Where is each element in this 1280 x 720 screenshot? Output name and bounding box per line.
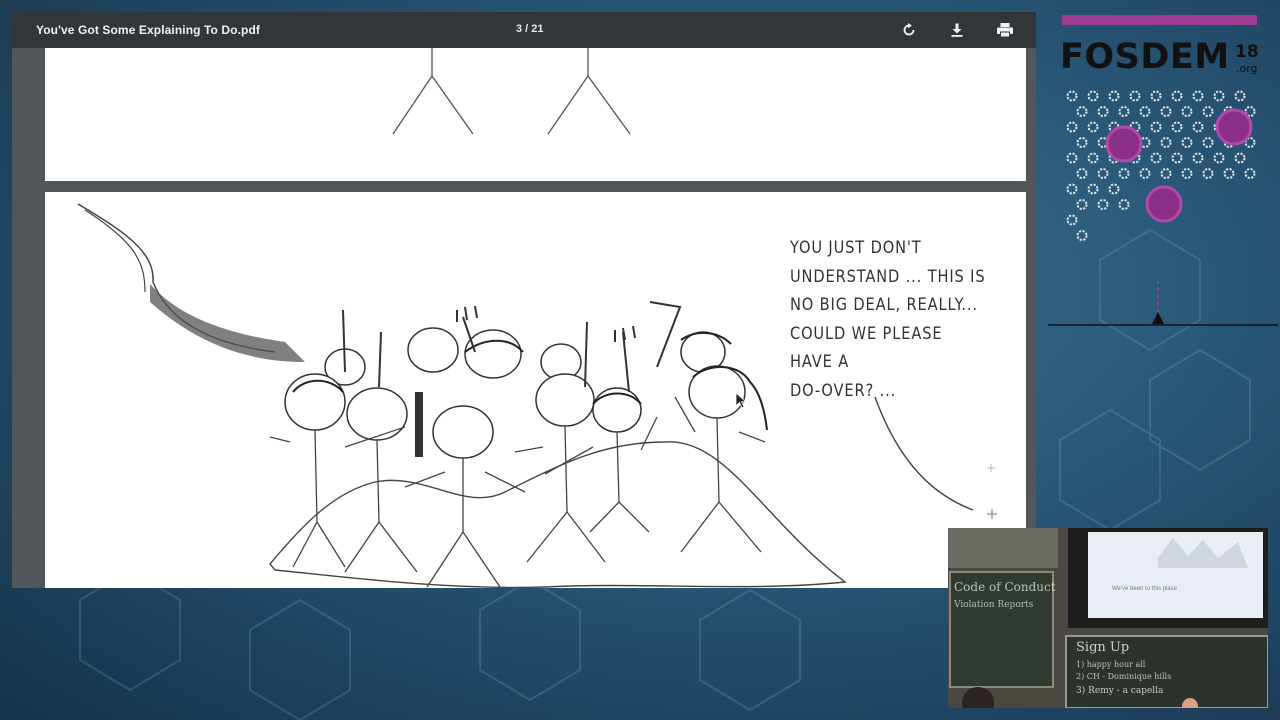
gear-icon bbox=[1171, 121, 1183, 133]
lecture-room-scene bbox=[948, 528, 1268, 708]
fosdem-accent-bar bbox=[1062, 15, 1257, 25]
gear-icon bbox=[1139, 106, 1151, 117]
gear-icon bbox=[1066, 183, 1078, 195]
gear-icon bbox=[1160, 106, 1172, 117]
gear-icon bbox=[1087, 183, 1099, 195]
speech-line: UNDERSTAND ... THIS IS bbox=[790, 266, 986, 287]
rotate-button[interactable] bbox=[898, 20, 920, 40]
gear-icon bbox=[1066, 152, 1078, 164]
chalkboard-left-title: Code of Conduct bbox=[954, 580, 1056, 594]
gear-icon bbox=[1087, 152, 1099, 164]
gear-icon bbox=[1076, 106, 1088, 117]
stick-figure-legs-illustration bbox=[392, 48, 631, 135]
gear-icon bbox=[1118, 106, 1130, 117]
gear-icon bbox=[1202, 106, 1214, 117]
gear-icon bbox=[1181, 106, 1193, 117]
rotate-icon bbox=[903, 23, 915, 36]
chalkboard-right-line: 3) Remy - a capella bbox=[1076, 686, 1164, 696]
download-icon bbox=[951, 23, 963, 37]
gear-icon bbox=[1150, 90, 1162, 102]
gear-icon bbox=[1118, 199, 1130, 210]
fosdem-logo-text: FOSDEM bbox=[1060, 37, 1230, 77]
gear-icon bbox=[1066, 90, 1078, 102]
gear-icon bbox=[1181, 168, 1193, 179]
pdf-page-current: YOU JUST DON'T UNDERSTAND ... THIS IS NO… bbox=[45, 192, 1026, 588]
gear-icon bbox=[1139, 168, 1151, 179]
gear-icon bbox=[1171, 152, 1183, 164]
gear-icon bbox=[1097, 199, 1109, 210]
fosdem-logo-tld: .org bbox=[1236, 62, 1258, 75]
gear-icon bbox=[1076, 199, 1088, 210]
gear-icon bbox=[1097, 168, 1109, 179]
gear-icon bbox=[1223, 168, 1235, 179]
speech-line: COULD WE PLEASE HAVE A bbox=[790, 323, 943, 373]
gear-icon bbox=[1108, 183, 1120, 195]
gear-icon bbox=[1192, 152, 1204, 164]
mouse-cursor-icon bbox=[735, 392, 748, 409]
speech-line: NO BIG DEAL, REALLY... bbox=[790, 295, 978, 315]
print-button[interactable] bbox=[994, 20, 1016, 40]
pdf-page-previous bbox=[45, 48, 1026, 181]
gear-icon bbox=[1202, 137, 1214, 148]
gear-icon bbox=[1160, 168, 1172, 179]
fosdem-gear-pattern bbox=[1048, 90, 1278, 326]
gear-icon bbox=[1087, 90, 1099, 102]
chalkboard-right-title: Sign Up bbox=[1076, 640, 1130, 655]
gear-icon bbox=[1118, 168, 1130, 179]
chalkboard-right-line: 2) CH - Dominique hills bbox=[1076, 672, 1172, 681]
speaker-camera-inset: Code of Conduct Violation Reports We've … bbox=[948, 528, 1268, 708]
file-title: You've Got Some Explaining To Do.pdf bbox=[36, 23, 261, 37]
page-indicator: 3 / 21 bbox=[516, 23, 544, 35]
gear-icon bbox=[1108, 90, 1120, 102]
pdf-toolbar: You've Got Some Explaining To Do.pdf 3 /… bbox=[12, 12, 1036, 48]
gear-icon bbox=[1234, 90, 1246, 102]
gear-icon bbox=[1097, 106, 1109, 117]
gear-icon bbox=[1066, 214, 1078, 226]
gear-icon bbox=[1213, 90, 1225, 102]
gear-icon bbox=[1129, 90, 1141, 102]
chalkboard-left-subtitle: Violation Reports bbox=[954, 600, 1034, 610]
gear-icon bbox=[1150, 152, 1162, 164]
gear-icon bbox=[1213, 152, 1225, 164]
gear-icon bbox=[1181, 137, 1193, 148]
gear-icon bbox=[1066, 121, 1078, 133]
speech-bubble-text: YOU JUST DON'T UNDERSTAND ... THIS IS NO… bbox=[790, 234, 988, 405]
gear-icon bbox=[1160, 137, 1172, 148]
gear-icon bbox=[1076, 168, 1088, 179]
pdf-viewer: You've Got Some Explaining To Do.pdf 3 /… bbox=[12, 12, 1036, 588]
chalkboard-right-line: 1) happy hour all bbox=[1076, 660, 1146, 669]
fosdem-logo-year: 18 bbox=[1235, 42, 1259, 62]
gear-icon bbox=[1087, 121, 1099, 133]
speech-line: DO-OVER? ... bbox=[790, 380, 897, 401]
gear-icon bbox=[1076, 230, 1088, 241]
download-button[interactable] bbox=[946, 20, 968, 40]
projector-screen-caption: We've been to this place bbox=[1112, 586, 1178, 592]
speech-line: YOU JUST DON'T bbox=[790, 238, 922, 258]
gear-icon bbox=[1076, 137, 1088, 148]
gear-icon bbox=[1234, 152, 1246, 164]
gear-icon bbox=[1202, 168, 1214, 179]
gear-icon bbox=[1171, 90, 1183, 102]
gear-icon bbox=[1192, 121, 1204, 133]
gear-icon bbox=[1244, 168, 1256, 179]
gear-icon bbox=[1192, 90, 1204, 102]
print-icon bbox=[997, 23, 1013, 38]
gear-icon bbox=[1150, 121, 1162, 133]
